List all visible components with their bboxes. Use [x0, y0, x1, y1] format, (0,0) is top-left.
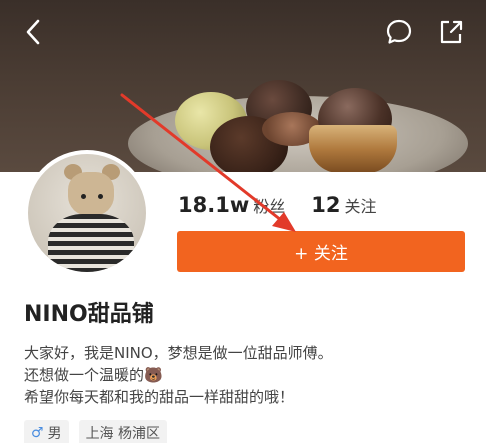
striped-shirt [48, 214, 134, 272]
bear-eye [81, 194, 86, 199]
share-button[interactable] [433, 14, 469, 50]
bio-line: 希望你每天都和我的甜品一样甜甜的哦！ [24, 388, 295, 406]
gender-tag: ♂ 男 [24, 420, 69, 443]
shop-name: NINO甜品铺 [24, 302, 154, 327]
profile-stats: 18.1w 粉丝 12 关注 [178, 193, 398, 225]
message-button[interactable] [381, 14, 417, 50]
male-symbol-icon: ♂ [31, 425, 44, 441]
bio: 大家好，我是NINO，梦想是做一位甜品师傅。 还想做一个温暖的🐻 希望你每天都和… [24, 342, 464, 408]
following-label[interactable]: 关注 [344, 193, 376, 217]
bio-line: 大家好，我是NINO，梦想是做一位甜品师傅。 [24, 344, 333, 362]
location-text: 上海 杨浦区 [85, 426, 161, 442]
bear-mask [68, 172, 114, 216]
follow-button[interactable]: + 关注 [177, 231, 465, 272]
chevron-left-icon [26, 19, 40, 45]
share-out-icon [440, 20, 463, 44]
profile-meta: ♂ 男 上海 杨浦区 [24, 420, 168, 443]
gender-text: 男 [47, 426, 62, 442]
back-button[interactable] [16, 14, 52, 50]
bio-line: 还想做一个温暖的🐻 [24, 366, 163, 384]
followers-count[interactable]: 18.1w [178, 193, 249, 217]
following-count[interactable]: 12 [311, 193, 340, 217]
followers-label[interactable]: 粉丝 [253, 193, 285, 217]
dessert-tart [309, 125, 397, 172]
avatar[interactable] [24, 150, 150, 276]
bear-eye [98, 194, 103, 199]
location-tag: 上海 杨浦区 [78, 420, 168, 443]
chat-bubble-icon [386, 19, 412, 44]
